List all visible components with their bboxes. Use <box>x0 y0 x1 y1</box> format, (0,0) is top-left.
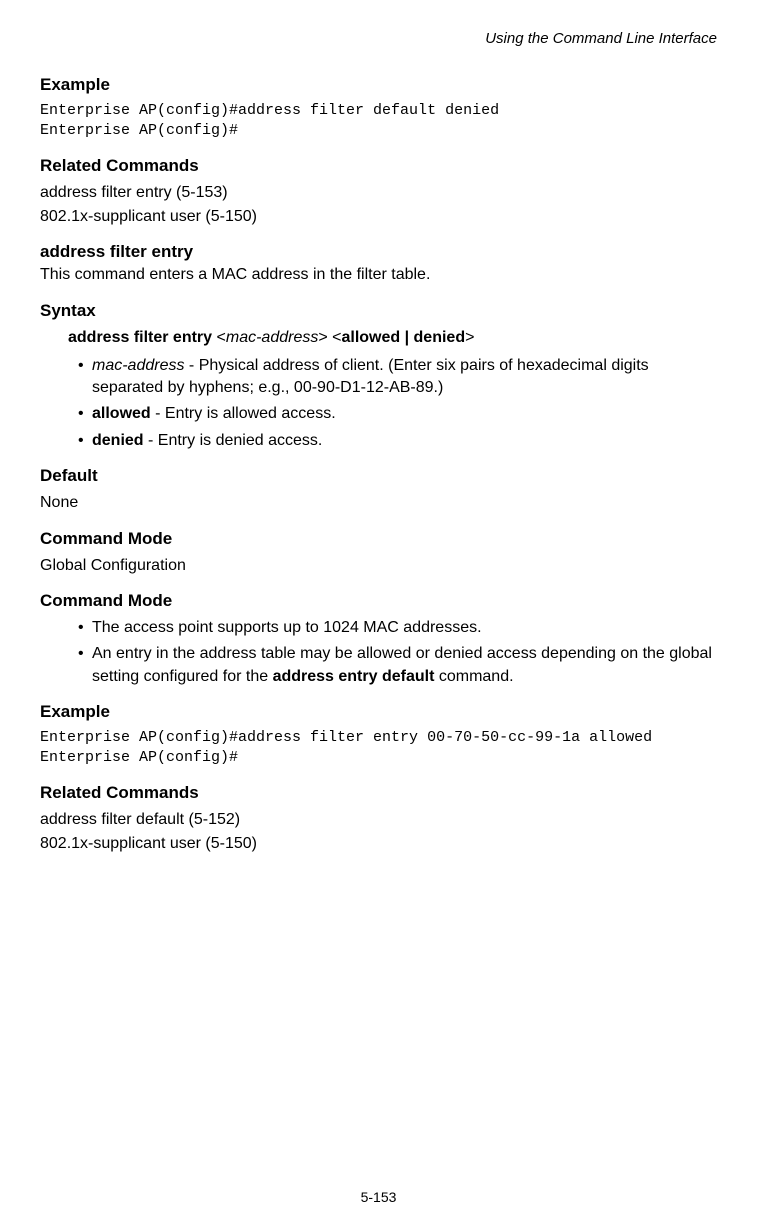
param-mac-address: mac-address - Physical address of client… <box>78 355 717 400</box>
mode-note-2: An entry in the address table may be all… <box>78 643 717 688</box>
syntax-ital-1: mac-address <box>226 329 318 346</box>
default-heading: Default <box>40 466 717 486</box>
related-link-3: address filter default (5-152) <box>40 809 717 831</box>
command-mode-value: Global Configuration <box>40 555 717 577</box>
syntax-bold-1: address filter entry <box>68 329 212 346</box>
code-block-1: Enterprise AP(config)#address filter def… <box>40 101 717 142</box>
param-name-mac: mac-address <box>92 357 184 374</box>
param-name-denied: denied <box>92 432 144 449</box>
command-name: address filter entry <box>40 242 717 262</box>
command-mode-list: The access point supports up to 1024 MAC… <box>78 617 717 688</box>
related-link-2: 802.1x-supplicant user (5-150) <box>40 206 717 228</box>
param-name-allowed: allowed <box>92 405 151 422</box>
command-mode-heading-1: Command Mode <box>40 529 717 549</box>
param-desc-allowed: - Entry is allowed access. <box>151 405 336 422</box>
related-commands-heading-1: Related Commands <box>40 156 717 176</box>
mode-note-1: The access point supports up to 1024 MAC… <box>78 617 717 639</box>
default-value: None <box>40 492 717 514</box>
param-desc-denied: - Entry is denied access. <box>144 432 323 449</box>
related-link-1: address filter entry (5-153) <box>40 182 717 204</box>
mode-note-2-bold: address entry default <box>273 668 435 685</box>
example-heading-2: Example <box>40 702 717 722</box>
command-mode-heading-2: Command Mode <box>40 591 717 611</box>
syntax-bold-2: allowed | denied <box>341 329 465 346</box>
running-head: Using the Command Line Interface <box>40 30 717 47</box>
syntax-line: address filter entry <mac-address> <allo… <box>68 329 717 347</box>
code-block-2: Enterprise AP(config)#address filter ent… <box>40 728 717 769</box>
mode-note-2b: command. <box>434 668 513 685</box>
page-number: 5-153 <box>0 1189 757 1205</box>
syntax-param-list: mac-address - Physical address of client… <box>78 355 717 453</box>
command-description: This command enters a MAC address in the… <box>40 264 717 286</box>
example-heading-1: Example <box>40 75 717 95</box>
param-denied: denied - Entry is denied access. <box>78 430 717 452</box>
syntax-heading: Syntax <box>40 301 717 321</box>
related-commands-heading-2: Related Commands <box>40 783 717 803</box>
related-link-4: 802.1x-supplicant user (5-150) <box>40 833 717 855</box>
param-allowed: allowed - Entry is allowed access. <box>78 403 717 425</box>
